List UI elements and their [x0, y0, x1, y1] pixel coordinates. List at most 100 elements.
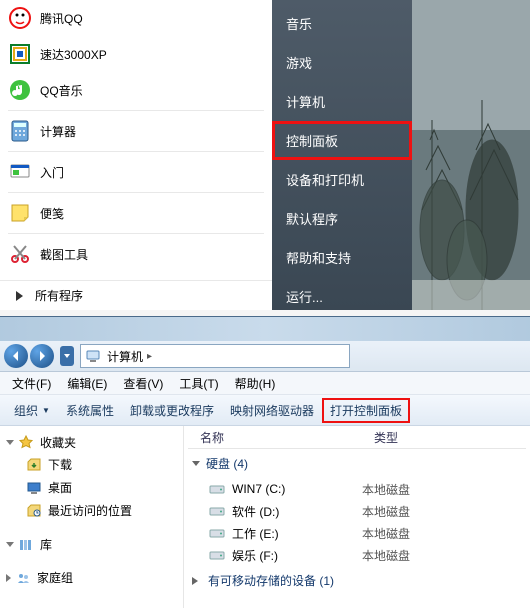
drive-type: 本地磁盘 — [362, 481, 410, 498]
program-label: 入门 — [40, 164, 64, 181]
program-label: 速达3000XP — [40, 46, 107, 63]
program-item-calculator[interactable]: 计算器 — [0, 113, 272, 149]
drive-row[interactable]: 娱乐 (F:) 本地磁盘 — [188, 544, 526, 566]
desktop-icon — [26, 480, 42, 496]
separator — [8, 233, 264, 234]
nav-homegroup-header[interactable]: 家庭组 — [4, 567, 179, 588]
libraries-icon — [18, 537, 34, 553]
organize-button[interactable]: 组织▼ — [6, 398, 58, 423]
nav-favorites-label: 收藏夹 — [40, 434, 76, 451]
content-pane: 名称 类型 硬盘 (4) WIN7 (C:) 本地磁盘 软件 (D:) 本地磁盘 — [184, 426, 530, 608]
separator — [8, 192, 264, 193]
right-item-run[interactable]: 运行... — [272, 277, 412, 316]
homegroup-icon — [15, 570, 31, 586]
drive-type: 本地磁盘 — [362, 503, 410, 520]
nav-libraries: 库 — [4, 534, 179, 555]
drive-icon — [208, 546, 226, 564]
explorer-body: 收藏夹 下载 桌面 最近访问的位置 — [0, 426, 530, 608]
right-item-music[interactable]: 音乐 — [272, 4, 412, 43]
program-item-snipping-tool[interactable]: 截图工具 — [0, 236, 272, 272]
nav-item-label: 桌面 — [48, 479, 72, 496]
chevron-down-icon: ▼ — [42, 406, 50, 415]
group-removable[interactable]: 有可移动存储的设备 (1) — [188, 566, 526, 595]
column-headers: 名称 类型 — [188, 426, 526, 449]
chevron-right-icon[interactable]: ▸ — [147, 351, 152, 362]
map-network-drive-button[interactable]: 映射网络驱动器 — [222, 398, 322, 423]
drive-row[interactable]: 软件 (D:) 本地磁盘 — [188, 500, 526, 522]
column-name[interactable]: 名称 — [188, 429, 362, 446]
right-item-default-programs[interactable]: 默认程序 — [272, 199, 412, 238]
qqmusic-icon — [8, 78, 32, 102]
menu-help[interactable]: 帮助(H) — [227, 373, 284, 394]
program-label: 计算器 — [40, 123, 76, 140]
downloads-icon — [26, 457, 42, 473]
start-menu: 腾讯QQ 速达3000XP QQ音乐 计算器 — [0, 0, 530, 310]
program-item-qq[interactable]: 腾讯QQ — [0, 0, 272, 36]
menu-tools[interactable]: 工具(T) — [171, 373, 226, 394]
forward-button[interactable] — [30, 344, 54, 368]
separator — [8, 110, 264, 111]
nav-buttons — [4, 344, 54, 368]
drive-name: 工作 (E:) — [232, 525, 362, 542]
computer-icon — [85, 348, 101, 364]
right-item-games[interactable]: 游戏 — [272, 43, 412, 82]
qq-icon — [8, 6, 32, 30]
drive-name: 娱乐 (F:) — [232, 547, 362, 564]
chevron-down-icon — [6, 542, 14, 547]
all-programs-label: 所有程序 — [35, 287, 83, 304]
program-label: 便笺 — [40, 205, 64, 222]
right-item-help-support[interactable]: 帮助和支持 — [272, 238, 412, 277]
calculator-icon — [8, 119, 32, 143]
uninstall-programs-button[interactable]: 卸载或更改程序 — [122, 398, 222, 423]
drive-icon — [208, 502, 226, 520]
open-control-panel-button[interactable]: 打开控制面板 — [322, 398, 410, 423]
start-menu-right-pane: 音乐 游戏 计算机 控制面板 设备和打印机 默认程序 帮助和支持 运行... — [272, 0, 412, 310]
column-type[interactable]: 类型 — [362, 429, 526, 446]
menu-file[interactable]: 文件(F) — [4, 373, 59, 394]
star-icon — [18, 435, 34, 451]
program-item-suda[interactable]: 速达3000XP — [0, 36, 272, 72]
arrow-icon — [16, 291, 23, 301]
drive-row[interactable]: 工作 (E:) 本地磁盘 — [188, 522, 526, 544]
nav-downloads[interactable]: 下载 — [4, 453, 179, 476]
program-item-sticky-notes[interactable]: 便笺 — [0, 195, 272, 231]
back-button[interactable] — [4, 344, 28, 368]
nav-favorites-header[interactable]: 收藏夹 — [4, 432, 179, 453]
nav-favorites: 收藏夹 下载 桌面 最近访问的位置 — [4, 432, 179, 522]
right-item-devices-printers[interactable]: 设备和打印机 — [272, 160, 412, 199]
separator — [8, 151, 264, 152]
chevron-down-icon — [6, 440, 14, 445]
nav-desktop[interactable]: 桌面 — [4, 476, 179, 499]
all-programs[interactable]: 所有程序 — [0, 280, 272, 310]
chevron-down-icon — [192, 461, 200, 466]
window-titlebar — [0, 317, 530, 341]
menu-view[interactable]: 查看(V) — [115, 373, 171, 394]
right-item-computer[interactable]: 计算机 — [272, 82, 412, 121]
right-item-control-panel[interactable]: 控制面板 — [272, 121, 412, 160]
nav-item-label: 下载 — [48, 456, 72, 473]
drive-type: 本地磁盘 — [362, 547, 410, 564]
address-bar[interactable]: 计算机 ▸ — [80, 344, 350, 368]
sticky-notes-icon — [8, 201, 32, 225]
group-hard-disks[interactable]: 硬盘 (4) — [188, 449, 526, 478]
drive-name: WIN7 (C:) — [232, 482, 362, 496]
history-dropdown-button[interactable] — [60, 346, 74, 366]
address-bar-row: 计算机 ▸ — [0, 341, 530, 372]
getting-started-icon — [8, 160, 32, 184]
menu-edit[interactable]: 编辑(E) — [59, 373, 115, 394]
nav-item-label: 最近访问的位置 — [48, 502, 132, 519]
snipping-tool-icon — [8, 242, 32, 266]
drive-row[interactable]: WIN7 (C:) 本地磁盘 — [188, 478, 526, 500]
nav-libraries-header[interactable]: 库 — [4, 534, 179, 555]
group-title: 硬盘 (4) — [206, 455, 248, 472]
chevron-right-icon — [6, 574, 11, 582]
system-properties-button[interactable]: 系统属性 — [58, 398, 122, 423]
recent-icon — [26, 503, 42, 519]
nav-recent[interactable]: 最近访问的位置 — [4, 499, 179, 522]
program-item-qqmusic[interactable]: QQ音乐 — [0, 72, 272, 108]
group-title: 有可移动存储的设备 (1) — [208, 572, 334, 589]
command-bar: 组织▼ 系统属性 卸载或更改程序 映射网络驱动器 打开控制面板 — [0, 395, 530, 426]
breadcrumb-root[interactable]: 计算机 — [107, 348, 143, 365]
program-item-getting-started[interactable]: 入门 — [0, 154, 272, 190]
drive-icon — [208, 480, 226, 498]
